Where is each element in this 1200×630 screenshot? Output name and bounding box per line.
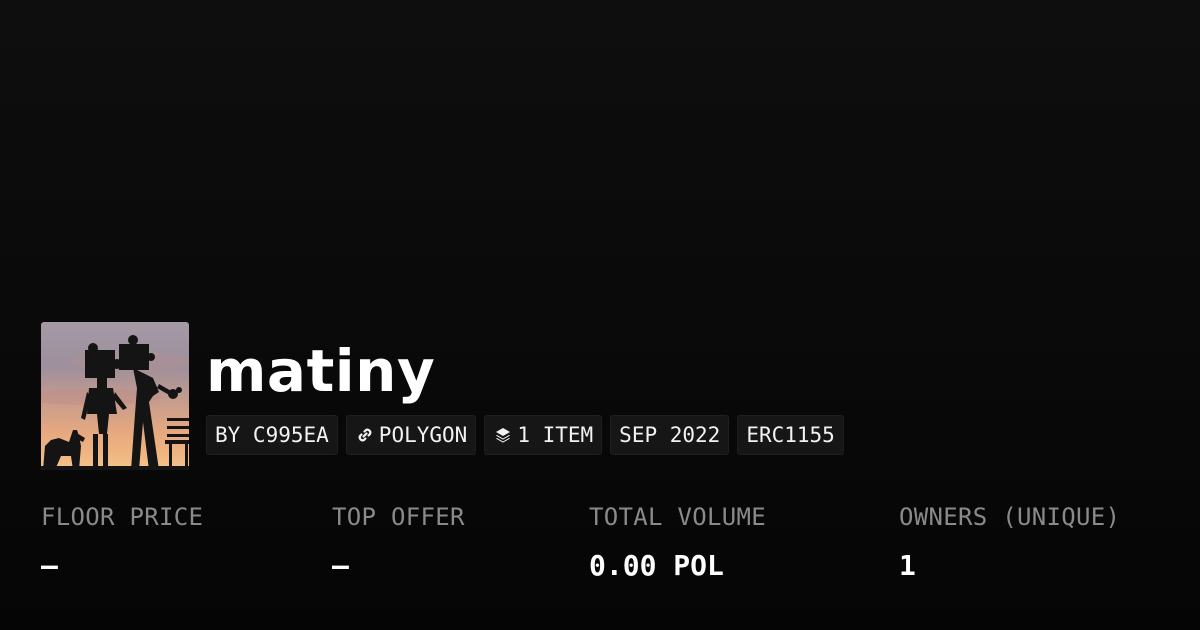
stat-value: – [41,549,58,582]
creator-tag-label: BY C995EA [215,423,329,447]
stat-value: – [332,549,349,582]
collection-title: matiny [206,337,436,405]
collection-tags: BY C995EA POLYGON 1 ITEM SEP 2022 ERC115… [206,415,844,455]
date-tag-label: SEP 2022 [619,423,721,447]
link-icon [355,425,375,445]
silhouette-image [41,322,189,470]
creator-tag[interactable]: BY C995EA [206,415,338,455]
stat-owners: OWNERS (UNIQUE) 1 [899,503,1120,582]
standard-tag-label: ERC1155 [746,423,835,447]
collection-avatar [41,322,189,470]
standard-tag[interactable]: ERC1155 [737,415,844,455]
chain-tag-label: POLYGON [378,423,468,447]
stat-floor-price: FLOOR PRICE – [41,503,203,582]
chain-tag[interactable]: POLYGON [345,415,477,455]
title-block: matiny BY C995EA POLYGON 1 ITEM SEP 2022… [206,322,844,455]
collection-header: matiny BY C995EA POLYGON 1 ITEM SEP 2022… [41,322,844,470]
stat-label: TOTAL VOLUME [589,503,766,531]
stat-label: FLOOR PRICE [41,503,204,531]
stat-top-offer: TOP OFFER – [332,503,465,582]
collection-stats: FLOOR PRICE – TOP OFFER – TOTAL VOLUME 0… [0,503,1200,603]
stat-value: 0.00 POL [589,549,724,582]
stat-label: OWNERS (UNIQUE) [899,503,1121,531]
stat-value: 1 [899,549,916,582]
date-tag[interactable]: SEP 2022 [610,415,730,455]
layers-icon [493,425,513,445]
stat-label: TOP OFFER [332,503,465,531]
stat-total-volume: TOTAL VOLUME 0.00 POL [589,503,766,582]
items-tag-label: 1 ITEM [517,423,594,447]
items-tag[interactable]: 1 ITEM [484,415,603,455]
